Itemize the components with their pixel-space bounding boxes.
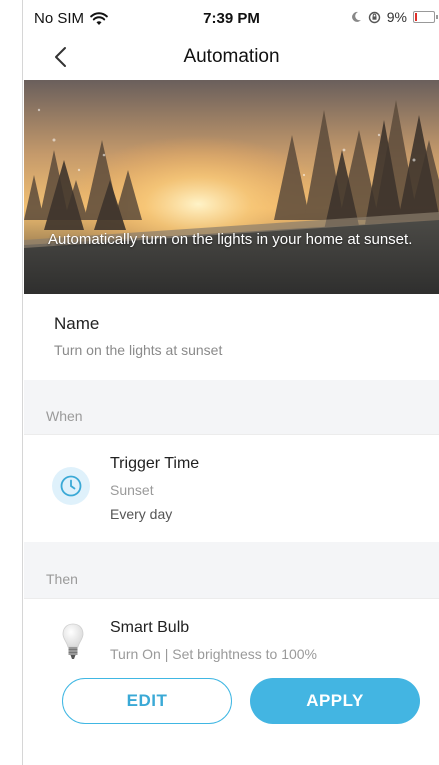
then-header-band <box>24 542 439 598</box>
battery-level-fill <box>415 13 417 21</box>
action-description: Turn On | Set brightness to 100% <box>110 646 318 662</box>
clock-icon <box>60 475 82 497</box>
app-screen: No SIM 7:39 PM 9% Automation Automatical… <box>0 0 439 765</box>
then-section-header: Then <box>46 571 78 587</box>
name-value: Turn on the lights at sunset <box>54 342 223 358</box>
when-header-band <box>24 380 439 434</box>
trigger-subtitle: Sunset <box>110 482 154 498</box>
action-title: Smart Bulb <box>110 619 190 636</box>
trigger-icon-circle <box>52 467 90 505</box>
page-title: Automation <box>183 46 280 67</box>
trigger-repeat: Every day <box>110 506 173 522</box>
hero-banner: Automatically turn on the lights in your… <box>24 80 439 294</box>
battery-percent: 9% <box>386 9 407 25</box>
navigation-bar: Automation <box>24 36 439 78</box>
orientation-lock-icon <box>368 11 380 23</box>
light-bulb-icon <box>62 623 84 659</box>
name-label: Name <box>54 314 100 333</box>
battery-icon <box>413 11 438 23</box>
status-right-group: 9% <box>350 9 438 25</box>
trigger-title: Trigger Time <box>110 455 200 472</box>
hero-caption: Automatically turn on the lights in your… <box>48 231 413 248</box>
trigger-time-card[interactable]: Trigger Time Sunset Every day <box>24 434 439 542</box>
status-bar: No SIM 7:39 PM 9% <box>24 0 439 36</box>
moon-icon <box>351 11 361 22</box>
sunset-forest-image <box>24 80 439 294</box>
name-section[interactable]: Name Turn on the lights at sunset <box>24 294 439 380</box>
when-section-header: When <box>46 408 83 424</box>
left-divider <box>22 0 23 765</box>
apply-button[interactable]: APPLY <box>250 678 420 724</box>
edit-button[interactable]: EDIT <box>62 678 232 724</box>
